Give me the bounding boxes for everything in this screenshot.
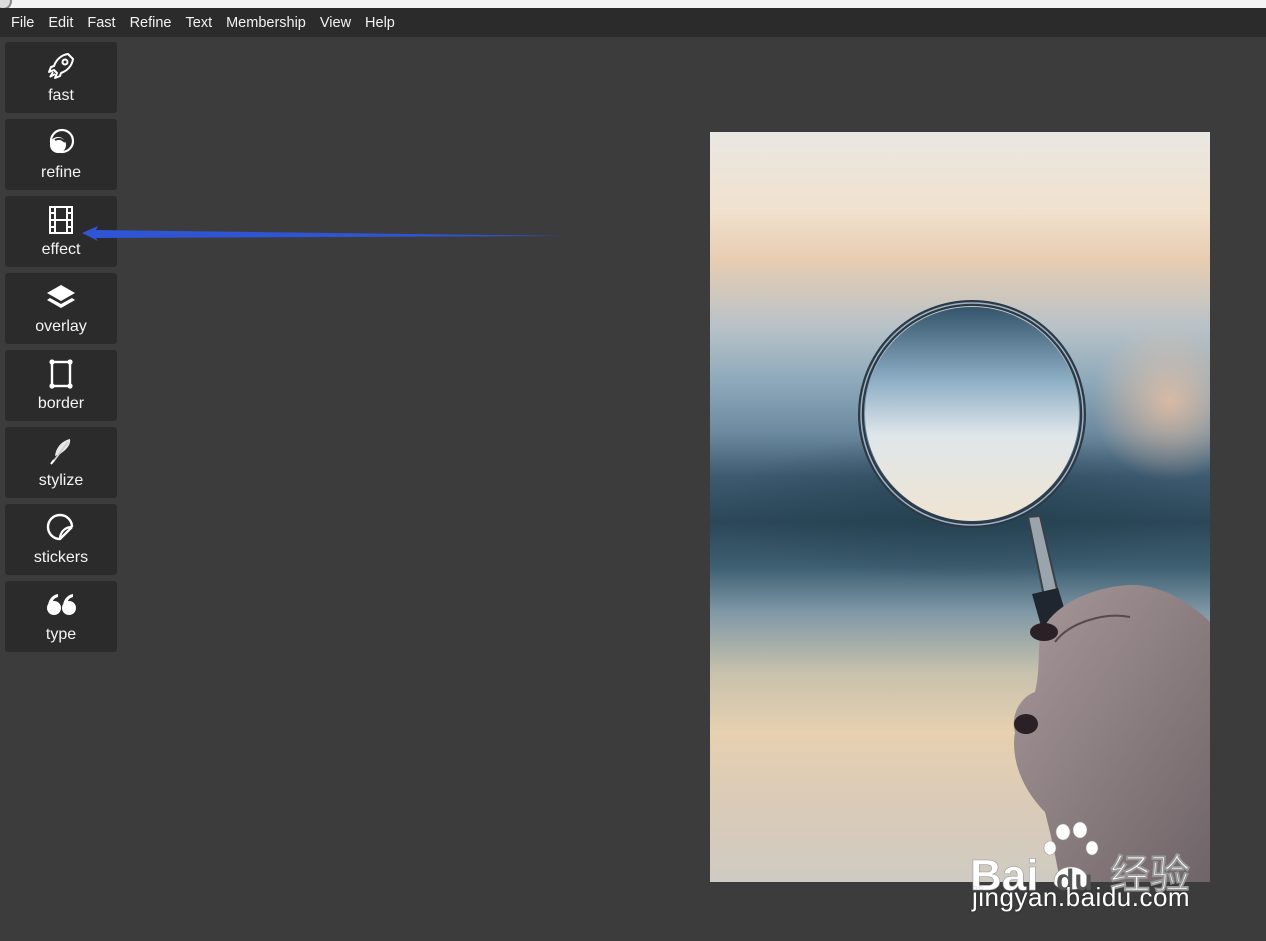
menu-file[interactable]: File (4, 15, 41, 31)
tool-effect-label: effect (41, 241, 81, 258)
tool-type-button[interactable]: type (5, 581, 117, 652)
tool-sidebar: fast refine effect overlay border styliz… (5, 42, 117, 658)
menu-membership[interactable]: Membership (219, 15, 313, 31)
window-title-strip (0, 0, 1266, 10)
tool-stickers-button[interactable]: stickers (5, 504, 117, 575)
film-icon (45, 204, 77, 236)
menu-view[interactable]: View (313, 15, 358, 31)
photo-canvas[interactable] (710, 132, 1210, 882)
tool-stickers-label: stickers (33, 549, 89, 566)
tool-overlay-button[interactable]: overlay (5, 273, 117, 344)
tool-stylize-button[interactable]: stylize (5, 427, 117, 498)
tool-fast-label: fast (48, 87, 74, 104)
tool-refine-button[interactable]: refine (5, 119, 117, 190)
tool-fast-button[interactable]: fast (5, 42, 117, 113)
menu-text[interactable]: Text (179, 15, 220, 31)
layers-icon (45, 281, 77, 313)
annotation-arrow (82, 226, 568, 241)
tool-overlay-label: overlay (35, 318, 87, 335)
menu-bar: File Edit Fast Refine Text Membership Vi… (0, 8, 1266, 37)
overlap-circles-icon (45, 127, 77, 159)
tool-stylize-label: stylize (38, 472, 84, 489)
magnifying-glass-hand (858, 300, 1210, 882)
rocket-icon (45, 50, 77, 82)
tool-type-label: type (45, 626, 77, 643)
frame-icon (45, 358, 77, 390)
menu-fast[interactable]: Fast (80, 15, 122, 31)
feather-icon (45, 435, 77, 467)
watermark-url: jingyan.baidu.com (972, 882, 1191, 912)
sticker-icon (45, 512, 77, 544)
menu-help[interactable]: Help (358, 15, 402, 31)
quote-icon (45, 589, 77, 621)
menu-refine[interactable]: Refine (123, 15, 179, 31)
tool-border-button[interactable]: border (5, 350, 117, 421)
menu-edit[interactable]: Edit (41, 15, 80, 31)
tool-refine-label: refine (40, 164, 82, 181)
tool-border-label: border (37, 395, 85, 412)
